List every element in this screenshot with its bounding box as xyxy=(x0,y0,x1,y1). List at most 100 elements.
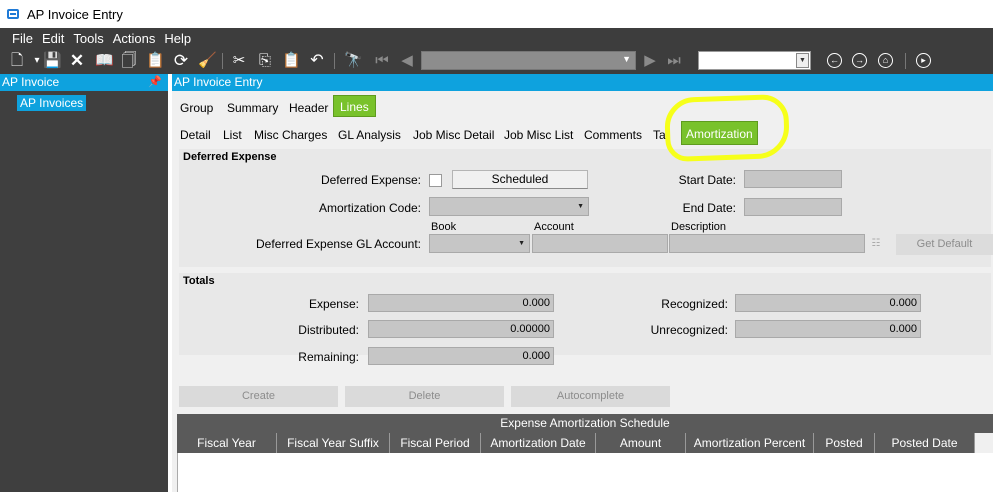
description-column-label: Description xyxy=(671,221,727,233)
expense-label: Expense: xyxy=(308,297,359,311)
tree-panel: AP Invoice 📌 AP Invoices xyxy=(0,74,168,492)
delete-icon[interactable]: ✕ xyxy=(68,52,86,70)
column-fiscal-period[interactable]: Fiscal Period xyxy=(390,433,481,453)
new-icon[interactable]: 🗋 xyxy=(8,52,26,70)
lookup-icon[interactable]: ☷ xyxy=(866,234,886,253)
start-date-field[interactable] xyxy=(744,170,842,188)
back-icon[interactable]: ← xyxy=(827,53,842,68)
open-book-icon[interactable]: 📖 xyxy=(95,52,114,70)
chevron-down-icon[interactable]: ▼ xyxy=(796,53,809,68)
column-posted[interactable]: Posted xyxy=(814,433,875,453)
chevron-down-icon: ▼ xyxy=(622,54,631,64)
tab-misc-charges[interactable]: Misc Charges xyxy=(254,128,327,142)
deferred-expense-group: Deferred Expense Deferred Expense: Sched… xyxy=(179,149,993,267)
last-record-icon[interactable]: ⏭ xyxy=(665,52,683,70)
home-icon[interactable]: ⌂ xyxy=(878,53,893,68)
scheduled-button[interactable]: Scheduled xyxy=(452,170,588,189)
tab-amortization[interactable]: Amortization xyxy=(681,121,758,145)
play-icon[interactable]: ▸ xyxy=(916,53,931,68)
grid-body[interactable] xyxy=(177,453,993,492)
toolbar: 🗋 ▾ 💾 ✕ 📖 🗍 📋 ⟳ 🧹 ✂ ⎘ 📋 ↶ 🔭 ⏮ ◀ ▼ ▶ ⏭ ▼ … xyxy=(0,48,993,74)
gl-account-label: Deferred Expense GL Account: xyxy=(256,237,421,251)
note-icon[interactable]: 🗍 xyxy=(120,52,138,70)
prev-record-icon[interactable]: ◀ xyxy=(398,52,416,70)
title-bar: AP Invoice Entry xyxy=(0,0,993,28)
menu-actions[interactable]: Actions xyxy=(113,31,156,46)
record-navigator[interactable]: ▼ xyxy=(421,51,636,70)
tab-lines[interactable]: Lines xyxy=(333,95,376,117)
undo-icon[interactable]: ↶ xyxy=(308,52,326,70)
unrecognized-field: 0.000 xyxy=(735,320,921,338)
column-amortization-date[interactable]: Amortization Date xyxy=(481,433,596,453)
menu-tools[interactable]: Tools xyxy=(73,31,103,46)
next-record-icon[interactable]: ▶ xyxy=(641,52,659,70)
tree-item-ap-invoices[interactable]: AP Invoices xyxy=(17,95,87,111)
deferred-expense-label: Deferred Expense: xyxy=(320,173,421,187)
menu-bar: File Edit Tools Actions Help xyxy=(0,28,993,48)
amortization-code-combo[interactable]: ▼ xyxy=(429,197,589,216)
book-combo[interactable]: ▼ xyxy=(429,234,530,253)
end-date-field[interactable] xyxy=(744,198,842,216)
tab-summary[interactable]: Summary xyxy=(227,101,278,115)
tab-detail[interactable]: Detail xyxy=(180,128,211,142)
window-title: AP Invoice Entry xyxy=(27,6,123,22)
tab-row-secondary: Detail List Misc Charges GL Analysis Job… xyxy=(172,118,993,145)
binoculars-icon[interactable]: 🔭 xyxy=(344,52,363,70)
chevron-down-icon: ▼ xyxy=(518,240,525,247)
recognized-field: 0.000 xyxy=(735,294,921,312)
column-amount[interactable]: Amount xyxy=(596,433,686,453)
column-fiscal-year-suffix[interactable]: Fiscal Year Suffix xyxy=(277,433,390,453)
clear-icon[interactable]: 🧹 xyxy=(198,52,217,70)
toolbar-separator xyxy=(334,53,335,69)
paste-icon[interactable]: 📋 xyxy=(282,52,301,70)
start-date-label: Start Date: xyxy=(678,173,736,187)
tab-comments[interactable]: Comments xyxy=(584,128,642,142)
forward-icon[interactable]: → xyxy=(852,53,867,68)
save-icon[interactable]: 💾 xyxy=(43,52,62,70)
toolbar-combo[interactable]: ▼ xyxy=(698,51,811,70)
remaining-field: 0.000 xyxy=(368,347,554,365)
menu-file[interactable]: File xyxy=(12,31,33,46)
first-record-icon[interactable]: ⏮ xyxy=(373,52,391,70)
app-icon xyxy=(7,9,19,19)
amortization-schedule-grid: Expense Amortization Schedule Fiscal Yea… xyxy=(177,414,993,492)
create-button[interactable]: Create xyxy=(179,386,338,407)
toolbar-separator xyxy=(222,53,223,69)
deferred-expense-checkbox[interactable] xyxy=(429,174,442,187)
totals-group: Totals Expense: 0.000 Distributed: 0.000… xyxy=(179,273,991,365)
tab-row-primary: Group Summary Header Lines xyxy=(172,91,993,118)
tab-gl-analysis[interactable]: GL Analysis xyxy=(338,128,401,142)
tab-job-misc-detail[interactable]: Job Misc Detail xyxy=(413,128,494,142)
delete-button[interactable]: Delete xyxy=(345,386,504,407)
refresh-icon[interactable]: ⟳ xyxy=(172,52,190,70)
menu-help[interactable]: Help xyxy=(164,31,191,46)
menu-edit[interactable]: Edit xyxy=(42,31,64,46)
tab-job-misc-list[interactable]: Job Misc List xyxy=(504,128,573,142)
get-default-button[interactable]: Get Default xyxy=(896,234,993,255)
attachment-icon[interactable]: 📋 xyxy=(146,52,165,70)
grid-header: Fiscal Year Fiscal Year Suffix Fiscal Pe… xyxy=(177,433,975,453)
column-fiscal-year[interactable]: Fiscal Year xyxy=(177,433,277,453)
amortization-code-label: Amortization Code: xyxy=(318,201,421,215)
pin-icon[interactable]: 📌 xyxy=(148,74,162,91)
tab-header[interactable]: Header xyxy=(289,101,328,115)
unrecognized-label: Unrecognized: xyxy=(650,323,728,337)
account-column-label: Account xyxy=(534,221,574,233)
recognized-label: Recognized: xyxy=(661,297,728,311)
column-posted-date[interactable]: Posted Date xyxy=(875,433,975,453)
cut-icon[interactable]: ✂ xyxy=(230,52,248,70)
tab-ta[interactable]: Ta xyxy=(653,128,666,142)
tab-group[interactable]: Group xyxy=(180,101,213,115)
autocomplete-button[interactable]: Autocomplete xyxy=(511,386,670,407)
column-amortization-percent[interactable]: Amortization Percent xyxy=(686,433,814,453)
tab-list[interactable]: List xyxy=(223,128,242,142)
remaining-label: Remaining: xyxy=(298,350,359,364)
deferred-expense-title: Deferred Expense xyxy=(183,151,277,163)
main-panel: AP Invoice Entry Group Summary Header Li… xyxy=(172,74,993,492)
copy-icon[interactable]: ⎘ xyxy=(256,52,274,70)
book-column-label: Book xyxy=(431,221,457,233)
account-field[interactable] xyxy=(532,234,668,253)
description-field xyxy=(669,234,865,253)
grid-caption: Expense Amortization Schedule xyxy=(177,414,993,433)
toolbar-separator xyxy=(905,53,906,69)
